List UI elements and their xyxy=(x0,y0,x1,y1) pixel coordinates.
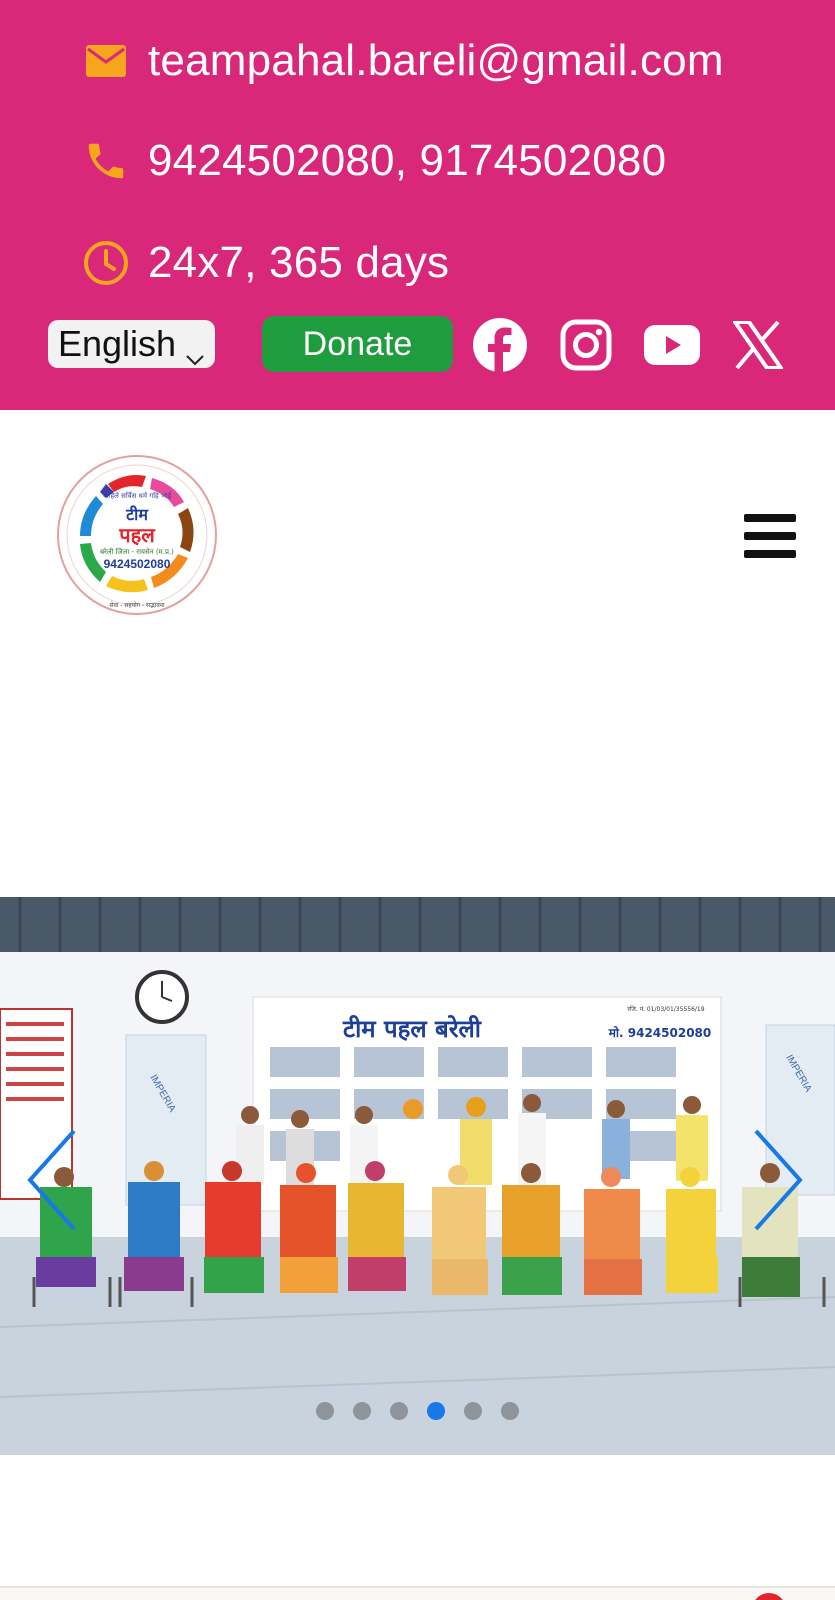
banner-reg: रजि. नं. 01/03/01/35556/19 xyxy=(627,1005,704,1013)
slider-next-arrow-icon[interactable] xyxy=(748,1125,808,1235)
slider-dot[interactable] xyxy=(353,1402,371,1420)
youtube-icon[interactable] xyxy=(642,316,702,374)
slider-prev-arrow-icon[interactable] xyxy=(22,1125,82,1235)
logo-phone: 9424502080 xyxy=(104,557,171,571)
hero-image-slider[interactable]: IMPERIA IMPERIA टीम पहल बरेली मो. 942450… xyxy=(0,897,835,1455)
site-header: पाहिले सर्विस धर्म गहि भाई टीम पहल बरेली… xyxy=(0,410,835,880)
clock-icon xyxy=(82,239,130,287)
logo-pahal-label: पहल xyxy=(118,523,156,547)
instagram-icon[interactable] xyxy=(556,316,616,374)
team-pahal-logo[interactable]: पाहिले सर्विस धर्म गहि भाई टीम पहल बरेली… xyxy=(56,454,218,616)
logo-motto: सेवा - सहयोग - सद्भावना xyxy=(109,601,165,609)
hamburger-menu-icon[interactable] xyxy=(744,514,796,558)
logo-place: बरेली जिला - रायसेन (म.प्र.) xyxy=(100,547,174,556)
language-select[interactable]: English xyxy=(48,320,215,368)
x-twitter-icon[interactable] xyxy=(728,316,788,374)
slider-dot[interactable] xyxy=(316,1402,334,1420)
hours-info: 24x7, 365 days xyxy=(82,238,449,288)
email-contact[interactable]: teampahal.bareli@gmail.com xyxy=(82,36,724,86)
phone-text[interactable]: 9424502080, 9174502080 xyxy=(148,136,666,186)
slider-dot[interactable] xyxy=(390,1402,408,1420)
email-text[interactable]: teampahal.bareli@gmail.com xyxy=(148,36,724,86)
phone-contact[interactable]: 9424502080, 9174502080 xyxy=(82,136,666,186)
logo-tagline: पाहिले सर्विस धर्म गहि भाई xyxy=(103,491,172,500)
donate-button[interactable]: Donate xyxy=(262,316,453,372)
slide-photo-group: IMPERIA IMPERIA टीम पहल बरेली मो. 942450… xyxy=(0,897,835,1455)
banner-title: टीम पहल बरेली xyxy=(342,1015,482,1043)
bottom-divider xyxy=(0,1586,835,1600)
topbar-actions: English Donate xyxy=(0,316,835,376)
phone-icon xyxy=(82,137,130,185)
banner-phone: मो. 9424502080 xyxy=(608,1026,712,1040)
logo-team-label: टीम xyxy=(125,505,149,524)
slider-dot-active[interactable] xyxy=(427,1402,445,1420)
facebook-icon[interactable] xyxy=(470,316,530,374)
slider-dot[interactable] xyxy=(464,1402,482,1420)
hours-text: 24x7, 365 days xyxy=(148,238,450,287)
slider-pagination xyxy=(0,1402,835,1420)
chevron-down-icon xyxy=(185,334,205,376)
envelope-icon xyxy=(82,37,130,85)
slider-dot[interactable] xyxy=(501,1402,519,1420)
contact-topbar: teampahal.bareli@gmail.com 9424502080, 9… xyxy=(0,0,835,410)
language-selected-value: English xyxy=(58,323,177,364)
